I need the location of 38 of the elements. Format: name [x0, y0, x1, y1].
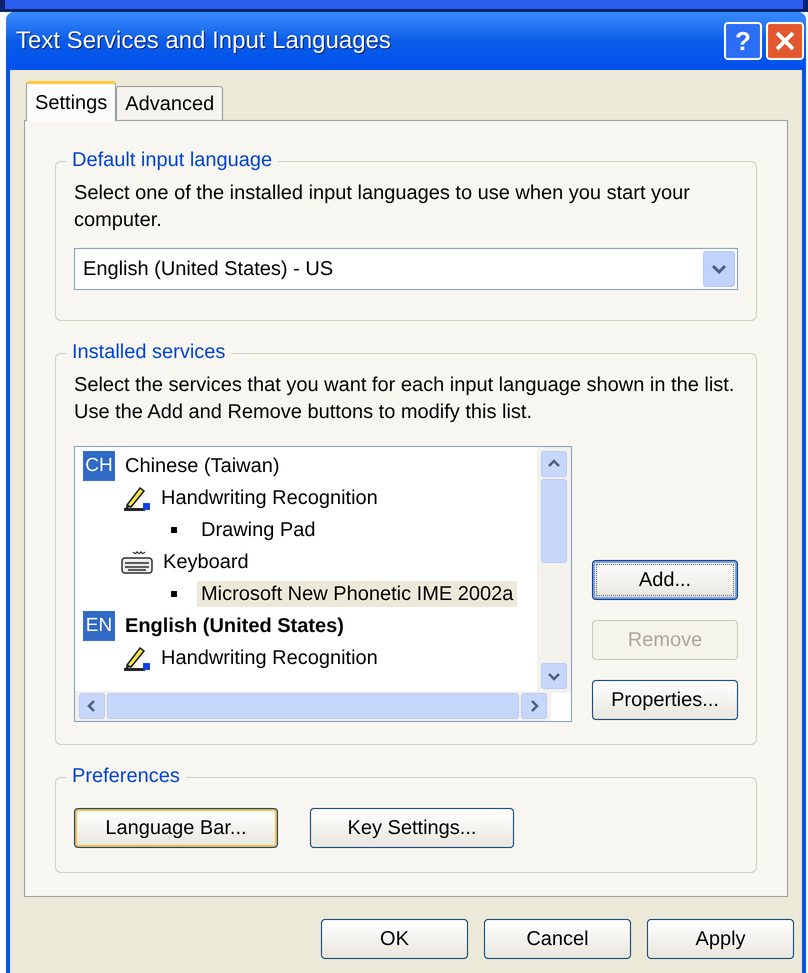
language-badge: CH: [83, 451, 115, 481]
scroll-left-button[interactable]: [79, 693, 105, 719]
scroll-thumb[interactable]: [107, 693, 519, 719]
scroll-down-button[interactable]: [541, 663, 567, 689]
description-text: Select one of the installed input languages to use when you start your computer.: [74, 181, 691, 233]
service-item[interactable]: Keyboard: [163, 549, 249, 575]
bullet-icon: [171, 527, 177, 533]
pen-icon: [121, 645, 151, 671]
preferences-button[interactable]: Key Settings...: [310, 808, 514, 848]
dialog-button[interactable]: OK: [321, 919, 468, 959]
language-badge: EN: [83, 611, 115, 641]
close-button[interactable]: [766, 22, 804, 60]
keyboard-icon: [121, 550, 153, 574]
language-dropdown[interactable]: English (United States) - US: [74, 248, 738, 290]
help-button[interactable]: ?: [724, 22, 762, 60]
service-item[interactable]: Handwriting Recognition: [161, 645, 378, 671]
window-title: Text Services and Input Languages: [16, 28, 391, 54]
bullet-icon: [171, 591, 177, 597]
scroll-thumb[interactable]: [541, 479, 567, 563]
service-button[interactable]: Properties...: [592, 680, 738, 720]
horizontal-scrollbar[interactable]: [75, 691, 551, 721]
input-method-item[interactable]: Drawing Pad: [197, 517, 320, 543]
dialog-button[interactable]: Cancel: [484, 919, 631, 959]
language-item[interactable]: Chinese (Taiwan): [125, 453, 280, 479]
service-item[interactable]: Handwriting Recognition: [161, 485, 378, 511]
close-icon: [774, 30, 796, 52]
pen-icon: [121, 485, 151, 511]
tab[interactable]: Advanced: [116, 86, 224, 120]
vertical-scrollbar[interactable]: [537, 447, 571, 693]
scroll-right-button[interactable]: [521, 693, 547, 719]
service-button[interactable]: Add...: [592, 560, 738, 600]
preferences-button[interactable]: Language Bar...: [74, 808, 278, 848]
tab[interactable]: Settings: [26, 81, 116, 121]
scroll-up-button[interactable]: [541, 451, 567, 477]
dialog-button[interactable]: Apply: [647, 919, 794, 959]
input-method-item[interactable]: Microsoft New Phonetic IME 2002a: [197, 581, 518, 607]
language-item[interactable]: English (United States): [125, 613, 344, 639]
description-text: Select the services that you want for each input language shown in the list. Use the Add and Remove buttons to modify this list.: [74, 373, 736, 425]
